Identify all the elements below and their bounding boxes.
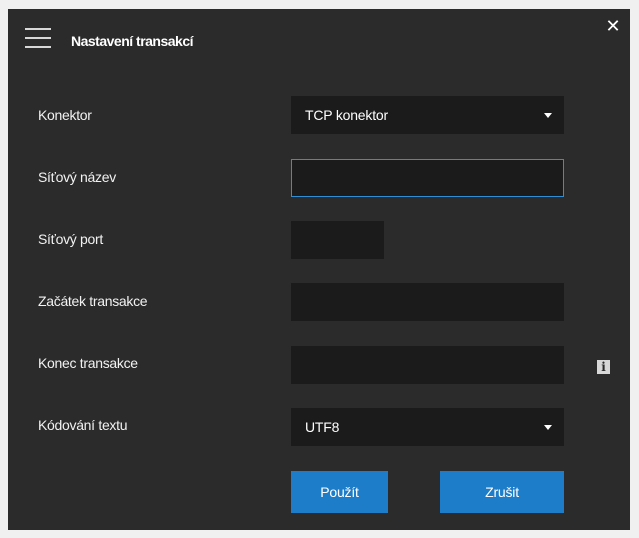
text-encoding-label: Kódování textu xyxy=(38,417,128,433)
network-port-input[interactable] xyxy=(291,221,384,259)
info-icon[interactable]: i xyxy=(597,360,610,374)
hamburger-menu-icon[interactable] xyxy=(25,27,51,49)
connector-select[interactable]: TCP konektor xyxy=(291,96,564,134)
hamburger-line xyxy=(25,37,51,39)
dialog-title: Nastavení transakcí xyxy=(71,33,194,49)
hamburger-line xyxy=(25,46,51,48)
chevron-down-icon xyxy=(544,113,552,118)
hamburger-line xyxy=(25,28,51,30)
transaction-start-label: Začátek transakce xyxy=(38,293,148,309)
transaction-end-input[interactable] xyxy=(291,346,564,384)
connector-selected-value: TCP konektor xyxy=(305,107,388,123)
network-port-label: Síťový port xyxy=(38,231,103,247)
network-name-input[interactable] xyxy=(291,159,564,197)
close-icon[interactable]: ✕ xyxy=(603,17,623,37)
transaction-start-input[interactable] xyxy=(291,283,564,321)
text-encoding-selected-value: UTF8 xyxy=(305,419,340,435)
apply-button[interactable]: Použít xyxy=(291,471,388,513)
dialog-titlebar: Nastavení transakcí ✕ xyxy=(8,9,630,71)
text-encoding-select[interactable]: UTF8 xyxy=(291,408,564,446)
chevron-down-icon xyxy=(544,425,552,430)
transaction-end-label: Konec transakce xyxy=(38,355,138,371)
connector-label: Konektor xyxy=(38,107,92,123)
network-name-label: Síťový název xyxy=(38,169,116,185)
transaction-settings-dialog: Nastavení transakcí ✕ Konektor TCP konek… xyxy=(8,9,630,530)
cancel-button[interactable]: Zrušit xyxy=(440,471,564,513)
